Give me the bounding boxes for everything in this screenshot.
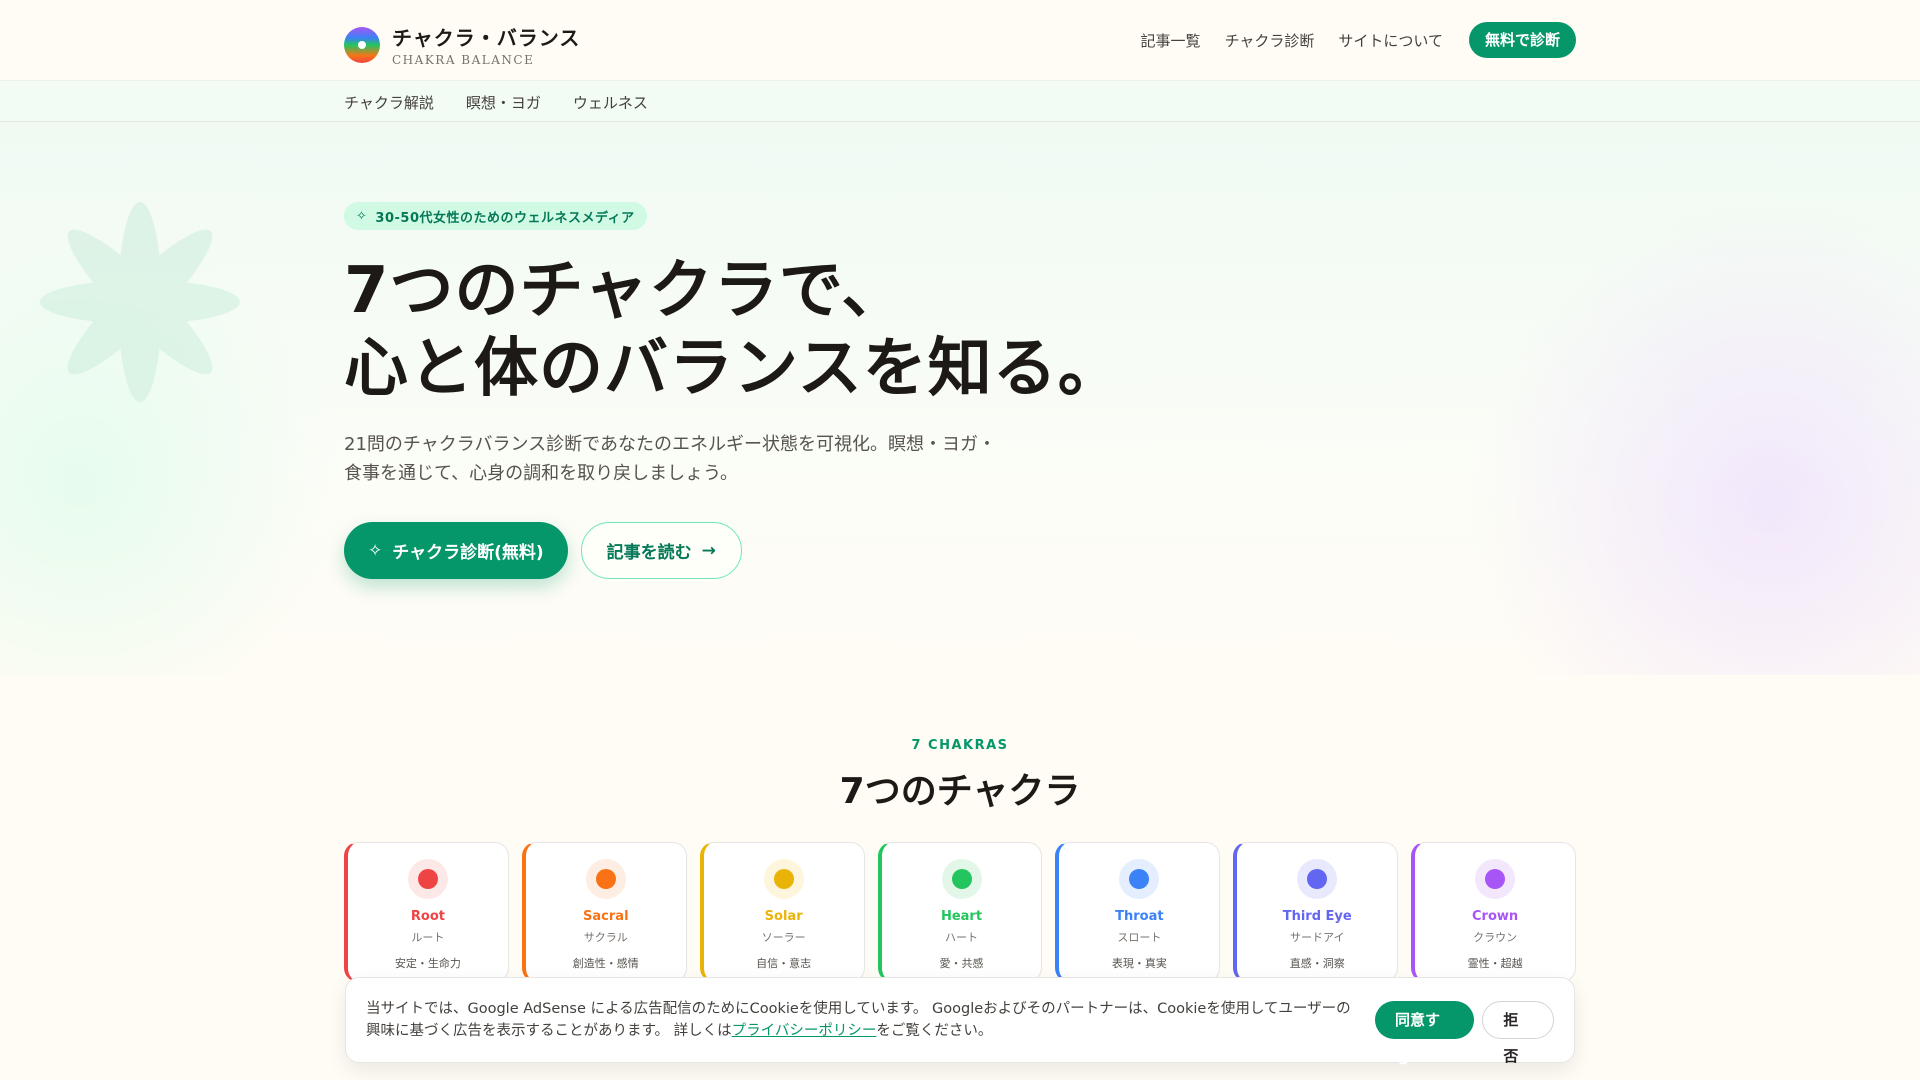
chakra-kana: スロート <box>1117 931 1162 944</box>
cookie-banner: 当サイトでは、Google AdSense による広告配信のためにCookieを… <box>345 977 1575 1067</box>
chakra-dot <box>1307 869 1328 889</box>
cookie-message: 当サイトでは、Google AdSense による広告配信のためにCookieを… <box>366 998 1355 1042</box>
arrow-right-icon: → <box>701 540 716 561</box>
chakra-icon <box>585 859 626 899</box>
chakra-card-solar[interactable]: Solar ソーラー 自信・意志 <box>699 842 865 982</box>
chakra-name: Root <box>410 909 445 924</box>
privacy-policy-link[interactable]: プライバシーポリシー <box>732 1023 877 1039</box>
headline-line-2: 心と体のバランスを知る。 <box>344 332 1123 406</box>
chakra-desc: 安定・生命力 <box>394 957 461 970</box>
site-header: チャクラ・バランス CHAKRA BALANCE 記事一覧 チャクラ診断 サイト… <box>0 0 1920 81</box>
chakra-kana: ルート <box>411 931 445 944</box>
cookie-text-end: をご覧ください。 <box>876 1023 993 1039</box>
chakra-dot <box>417 869 438 889</box>
chakra-icon <box>1297 859 1338 899</box>
audience-badge: ✧ 30-50代女性のためのウェルネスメディア <box>344 202 647 230</box>
chakra-icon <box>1119 859 1160 899</box>
brand-subtitle: CHAKRA BALANCE <box>392 53 535 67</box>
start-diagnosis-label: チャクラ診断(無料) <box>392 543 544 563</box>
category-wellness[interactable]: ウェルネス <box>573 92 648 113</box>
chakra-kana: クラウン <box>1473 931 1518 944</box>
category-meditation-yoga[interactable]: 瞑想・ヨガ <box>466 92 541 113</box>
chakra-card-throat[interactable]: Throat スロート 表現・真実 <box>1055 842 1221 982</box>
read-articles-label: 記事を読む <box>606 543 692 563</box>
badge-text: 30-50代女性のためのウェルネスメディア <box>375 210 635 226</box>
lead-line-1: 21問のチャクラバランス診断であなたのエネルギー状態を可視化。瞑想・ヨガ・ <box>344 434 997 455</box>
lead-line-2: 食事を通じて、心身の調和を取り戻しましょう。 <box>344 463 739 484</box>
chakra-name: Third Eye <box>1282 909 1352 924</box>
chakra-desc: 自信・意志 <box>756 957 812 970</box>
nav-articles[interactable]: 記事一覧 <box>1141 30 1201 51</box>
chakra-kana: ソーラー <box>761 931 806 944</box>
chakra-desc: 創造性・感情 <box>572 957 639 970</box>
sparkle-icon: ✧ <box>356 208 368 224</box>
chakra-card-heart[interactable]: Heart ハート 愛・共感 <box>877 842 1043 982</box>
chakra-kana: サクラル <box>583 931 628 944</box>
chakra-kana: サードアイ <box>1290 931 1345 944</box>
brand-title: チャクラ・バランス <box>392 26 581 50</box>
hero-section: ✧ 30-50代女性のためのウェルネスメディア 7つのチャクラで、 心と体のバラ… <box>0 122 1920 675</box>
category-nav: チャクラ解説 瞑想・ヨガ ウェルネス <box>0 81 1920 122</box>
chakra-icon <box>763 859 804 899</box>
sparkle-icon: ✧ <box>368 540 383 561</box>
chakra-card-crown[interactable]: Crown クラウン 霊性・超越 <box>1411 842 1577 982</box>
decor-glow <box>1420 202 1920 675</box>
free-diagnosis-button[interactable]: 無料で診断 <box>1468 22 1576 58</box>
chakra-dot <box>1129 869 1150 889</box>
cookie-reject-button[interactable]: 拒否 <box>1482 1001 1555 1065</box>
chakra-name: Heart <box>940 909 983 924</box>
chakra-card-third-eye[interactable]: Third Eye サードアイ 直感・洞察 <box>1233 842 1399 982</box>
chakra-card-sacral[interactable]: Sacral サクラル 創造性・感情 <box>521 842 687 982</box>
start-diagnosis-button[interactable]: ✧ チャクラ診断(無料) <box>344 522 568 579</box>
chakra-desc: 直感・洞察 <box>1289 957 1345 970</box>
read-articles-button[interactable]: 記事を読む → <box>580 522 742 579</box>
cookie-agree-button[interactable]: 同意する <box>1374 1001 1475 1067</box>
chakra-desc: 霊性・超越 <box>1467 957 1523 970</box>
chakra-card-root[interactable]: Root ルート 安定・生命力 <box>344 842 509 982</box>
chakra-desc: 愛・共感 <box>939 957 984 970</box>
chakra-desc: 表現・真実 <box>1111 957 1167 970</box>
chakra-dot <box>951 869 972 889</box>
chakra-dot <box>595 869 616 889</box>
section-title: 7つのチャクラ <box>839 771 1081 812</box>
nav-diagnosis[interactable]: チャクラ診断 <box>1225 30 1315 51</box>
hero-headline: 7つのチャクラで、 心と体のバランスを知る。 <box>344 252 1123 408</box>
chakra-icon <box>1475 859 1516 899</box>
headline-line-1: 7つのチャクラで、 <box>344 254 907 328</box>
chakra-logo-icon <box>344 26 380 63</box>
category-chakra[interactable]: チャクラ解説 <box>344 92 434 113</box>
chakra-name: Throat <box>1115 909 1164 924</box>
chakra-icon <box>941 859 982 899</box>
top-nav: 記事一覧 チャクラ診断 サイトについて 無料で診断 <box>1141 22 1576 58</box>
chakra-dot <box>1485 869 1506 889</box>
chakra-dot <box>773 869 794 889</box>
chakra-name: Solar <box>764 909 803 924</box>
chakra-icon <box>407 859 448 899</box>
site-logo[interactable]: チャクラ・バランス CHAKRA BALANCE <box>344 22 580 67</box>
hero-lead: 21問のチャクラバランス診断であなたのエネルギー状態を可視化。瞑想・ヨガ・ 食事… <box>344 430 1044 488</box>
chakra-name: Sacral <box>583 909 629 924</box>
chakra-kana: ハート <box>945 931 978 944</box>
nav-about[interactable]: サイトについて <box>1338 30 1443 51</box>
lotus-flower-icon <box>40 202 240 402</box>
chakra-name: Crown <box>1472 909 1519 924</box>
chakra-cards: Root ルート 安定・生命力 Sacral サクラル 創造性・感情 Solar… <box>344 842 1577 982</box>
section-label: 7 CHAKRAS <box>911 738 1009 753</box>
